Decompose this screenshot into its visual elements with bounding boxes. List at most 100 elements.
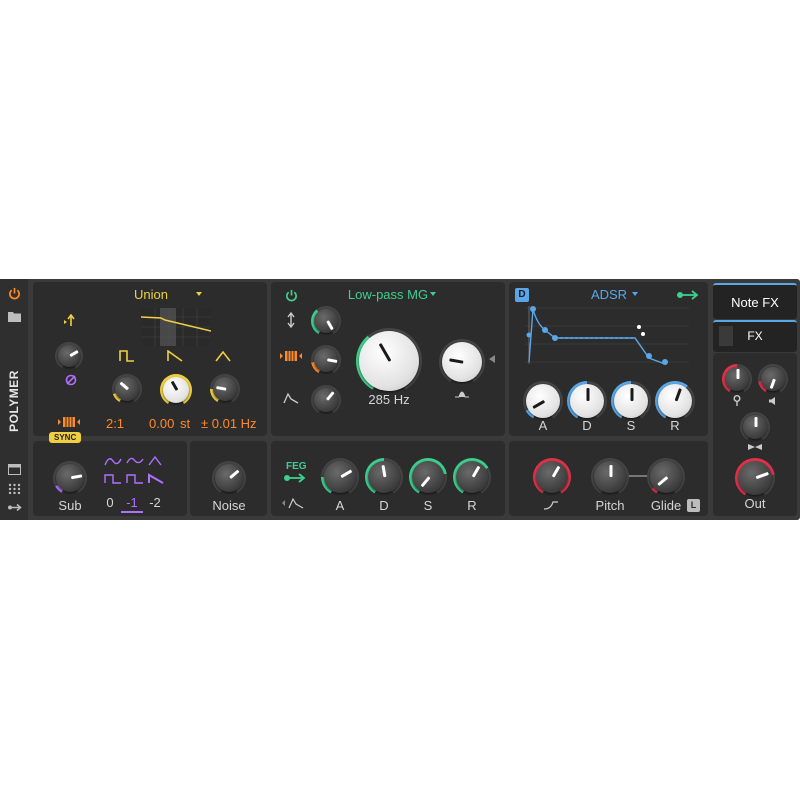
aeg-label-a: A: [538, 418, 548, 433]
feg-release-knob[interactable]: [453, 458, 491, 496]
sub-knob[interactable]: [53, 461, 87, 495]
saw-level-knob[interactable]: [160, 374, 192, 406]
power-icon[interactable]: [8, 287, 21, 300]
sync-label: SYNC: [54, 433, 77, 442]
glide-knob[interactable]: [647, 458, 685, 496]
legato-badge[interactable]: L: [687, 499, 700, 512]
wave-mod-knob[interactable]: [55, 342, 83, 370]
output-panel: Out: [713, 353, 797, 516]
output-width-knob[interactable]: [740, 412, 770, 442]
feg-label-r: R: [467, 498, 477, 513]
filter-keytrack-knob[interactable]: [311, 345, 341, 375]
triangle-wave-icon: [215, 350, 231, 362]
filter-dropdown-icon[interactable]: [429, 291, 437, 297]
feg-label-s: S: [423, 498, 433, 513]
feg-badge[interactable]: FEG: [286, 461, 307, 472]
sub-octave-0[interactable]: 0: [106, 495, 113, 510]
pitch-unit: st: [180, 416, 191, 431]
saw-wave-icon: [167, 350, 183, 362]
filter-type-selector[interactable]: Low-pass MG: [348, 287, 428, 302]
window-icon[interactable]: [8, 464, 21, 475]
sub-octave-minus2[interactable]: -2: [149, 495, 161, 510]
device-name: POLYMER: [7, 370, 21, 432]
glide-curve-knob[interactable]: [533, 458, 571, 496]
filter-envelope-panel: FEG A D S R: [271, 441, 505, 516]
filter-panel: Low-pass MG 285 Hz: [271, 282, 505, 436]
aeg-route-icon[interactable]: [677, 290, 699, 300]
grid-dots-icon[interactable]: [8, 483, 21, 494]
note-fx-label: Note FX: [731, 295, 779, 310]
aeg-label-r: R: [670, 418, 680, 433]
oscillator-panel: Union 2:1 0.00 st ± 0.01 Hz: [33, 282, 267, 436]
wavetable-selector[interactable]: Union: [134, 287, 168, 302]
feg-decay-knob[interactable]: [365, 458, 403, 496]
sub-octave-selected-underline: [121, 511, 143, 513]
pitch-label: Pitch: [595, 498, 625, 513]
folder-icon[interactable]: [8, 311, 21, 322]
legato-label: L: [690, 500, 697, 510]
aeg-d-badge[interactable]: D: [515, 288, 529, 302]
wavetable-display[interactable]: [141, 308, 211, 346]
glide-panel: Pitch Glide L: [509, 441, 708, 516]
filter-env-amount-knob[interactable]: [311, 306, 341, 336]
out-label: Out: [744, 496, 766, 511]
wave-link-icon[interactable]: [65, 374, 77, 386]
aeg-dropdown-icon[interactable]: [631, 291, 639, 297]
aeg-label-d: D: [582, 418, 592, 433]
modulator-arrow-icon[interactable]: [8, 503, 22, 512]
noise-knob[interactable]: [212, 461, 246, 495]
fx-slot-block: [719, 326, 733, 346]
filter-drive-knob[interactable]: [311, 385, 341, 415]
stereo-width-icon: [748, 444, 762, 450]
triangle-level-knob[interactable]: [210, 374, 240, 404]
aeg-release-knob[interactable]: [655, 381, 695, 421]
vertical-arrows-icon: [287, 312, 295, 328]
pin-icon: [733, 395, 741, 406]
output-mod-knob-left[interactable]: [722, 364, 752, 394]
detune-value[interactable]: ± 0.01 Hz: [201, 416, 257, 431]
fx-slot[interactable]: FX: [713, 320, 797, 352]
feg-label-d: D: [379, 498, 389, 513]
feg-route-icon[interactable]: [284, 473, 306, 483]
sub-octave-minus1[interactable]: -1: [126, 495, 138, 510]
polymer-device: POLYMER Union 2:1 0.00 st ± 0.01 Hz SYNC: [0, 279, 800, 520]
keyboard-tracking-icon[interactable]: [57, 416, 81, 428]
dropdown-arrow-icon[interactable]: [195, 291, 203, 297]
aeg-type-selector[interactable]: ADSR: [591, 287, 627, 302]
feg-attack-knob[interactable]: [321, 458, 359, 496]
curve-shape-icon: [543, 501, 558, 510]
aeg-label-s: S: [626, 418, 636, 433]
resonance-arrow-icon: [489, 355, 495, 363]
filter-resonance-knob[interactable]: [439, 339, 485, 385]
envelope-graph[interactable]: [525, 304, 689, 366]
note-fx-slot[interactable]: Note FX: [713, 283, 797, 319]
output-mod-knob-right[interactable]: [758, 364, 788, 394]
pitch-value[interactable]: 0.00: [149, 416, 174, 431]
feg-shape-icon[interactable]: [281, 497, 305, 509]
feg-label-a: A: [335, 498, 345, 513]
filter-cutoff-knob[interactable]: [356, 328, 422, 394]
feg-sustain-knob[interactable]: [409, 458, 447, 496]
sync-badge[interactable]: SYNC: [49, 432, 82, 443]
filter-keytrack-icon: [280, 351, 302, 361]
ratio-value[interactable]: 2:1: [106, 416, 124, 431]
glide-label: Glide: [650, 498, 682, 513]
out-knob[interactable]: [735, 458, 775, 498]
filter-cutoff-value[interactable]: 285 Hz: [368, 392, 409, 407]
aeg-attack-knob[interactable]: [523, 381, 563, 421]
envelope-shape-icon: [283, 392, 299, 404]
noise-label: Noise: [212, 498, 246, 513]
wave-shift-icon[interactable]: [63, 314, 75, 328]
square-level-knob[interactable]: [112, 374, 142, 404]
device-side-strip: POLYMER: [0, 279, 28, 520]
amp-envelope-panel: D ADSR A D S R: [509, 282, 708, 436]
filter-power-icon[interactable]: [285, 289, 298, 302]
aeg-d-label: D: [518, 289, 526, 300]
aeg-decay-knob[interactable]: [567, 381, 607, 421]
sub-waveforms-icon[interactable]: [103, 453, 169, 487]
pitch-knob[interactable]: [591, 458, 629, 496]
aeg-sustain-knob[interactable]: [611, 381, 651, 421]
resonance-shape-icon: [455, 391, 469, 398]
sub-panel: SYNC Sub 0 -1 -2: [33, 432, 187, 516]
fx-label: FX: [747, 329, 763, 343]
